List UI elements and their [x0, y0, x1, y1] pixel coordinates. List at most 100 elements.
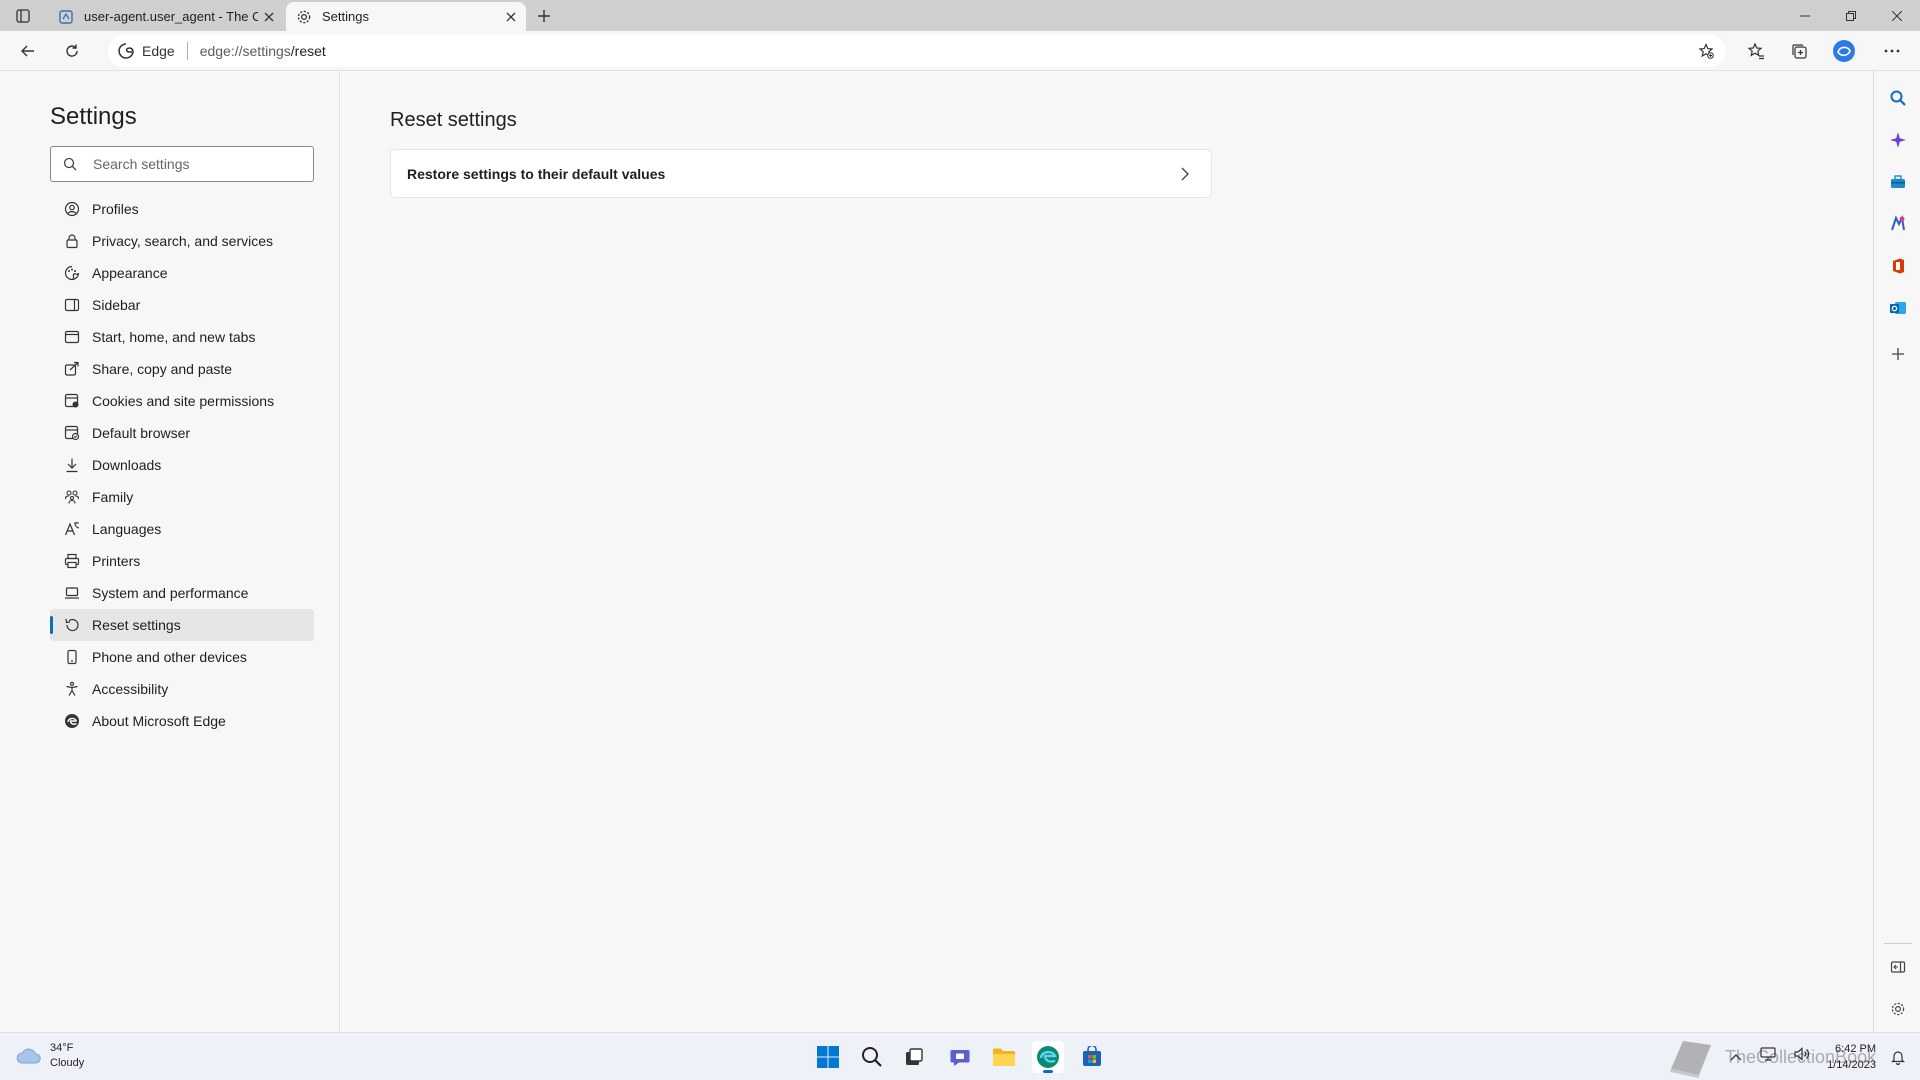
site-info[interactable]: Edge: [118, 43, 175, 59]
collection-book-icon: [58, 9, 74, 25]
back-arrow-icon: [21, 45, 34, 57]
nav-item-label: Profiles: [92, 201, 139, 217]
nav-item-accessibility[interactable]: Accessibility: [50, 673, 314, 705]
nav-item-phone[interactable]: Phone and other devices: [50, 641, 314, 673]
window-controls: [1782, 0, 1920, 31]
nav-item-cookies[interactable]: Cookies and site permissions: [50, 385, 314, 417]
minimize-button[interactable]: [1782, 0, 1828, 31]
page-title: Reset settings: [390, 109, 517, 131]
hide-sidebar-icon: [1890, 961, 1906, 973]
tab-user-agent[interactable]: user-agent.user_agent - The Coll: [48, 2, 284, 31]
accessibility-icon: [63, 680, 81, 698]
sidebar-outlook-button[interactable]: [1885, 295, 1911, 321]
nav-item-label: Printers: [92, 553, 141, 569]
nav-item-languages[interactable]: Languages: [50, 513, 314, 545]
url-path: /reset: [290, 43, 326, 59]
nav-item-about[interactable]: About Microsoft Edge: [50, 705, 314, 737]
start-button[interactable]: [812, 1041, 844, 1073]
favorites-button[interactable]: [1740, 35, 1772, 67]
nav-item-privacy[interactable]: Privacy, search, and services: [50, 225, 314, 257]
nav-item-label: Accessibility: [92, 681, 169, 697]
add-favorite-button[interactable]: [1694, 39, 1718, 63]
chevron-up-icon[interactable]: [1730, 1048, 1742, 1066]
temperature: 34°F: [50, 1042, 74, 1054]
browser-toolbar: Edge edge://settings/reset: [0, 31, 1920, 71]
settings-navigation: Settings Profiles Privacy, search, and s…: [0, 71, 340, 1032]
edge-logo-icon: [1037, 1046, 1059, 1068]
nav-item-system[interactable]: System and performance: [50, 577, 314, 609]
clock-date: 1/14/2023: [1827, 1059, 1876, 1071]
notification-icon: [1891, 1051, 1905, 1065]
address-bar[interactable]: Edge edge://settings/reset: [108, 35, 1726, 67]
nav-item-sidebar[interactable]: Sidebar: [50, 289, 314, 321]
nav-item-printers[interactable]: Printers: [50, 545, 314, 577]
network-icon[interactable]: [1760, 1047, 1776, 1066]
printer-icon: [63, 552, 81, 570]
nav-item-appearance[interactable]: Appearance: [50, 257, 314, 289]
restore-button[interactable]: [1828, 0, 1874, 31]
nav-item-label: System and performance: [92, 585, 249, 601]
nav-item-start-home[interactable]: Start, home, and new tabs: [50, 321, 314, 353]
chat-icon: [950, 1050, 970, 1066]
nav-item-label: Cookies and site permissions: [92, 393, 275, 409]
gear-icon: [1891, 1002, 1905, 1016]
share-icon: [63, 360, 81, 378]
nav-item-family[interactable]: Family: [50, 481, 314, 513]
star-add-icon: [1698, 43, 1714, 59]
task-view-button[interactable]: [898, 1041, 930, 1073]
tab-close-icon[interactable]: [500, 6, 522, 28]
sidebar-games-button[interactable]: [1885, 211, 1911, 237]
tab-settings[interactable]: Settings: [286, 2, 526, 31]
settings-nav-list: Profiles Privacy, search, and services A…: [50, 193, 314, 737]
laptop-icon: [63, 584, 81, 602]
tab-actions-menu-icon[interactable]: [11, 5, 35, 27]
home-tabs-icon: [63, 328, 81, 346]
profile-button[interactable]: [1828, 35, 1860, 67]
taskbar-search-button[interactable]: [856, 1041, 888, 1073]
nav-item-label: Start, home, and new tabs: [92, 329, 256, 345]
store-button[interactable]: [1076, 1041, 1108, 1073]
cookies-icon: [63, 392, 81, 410]
nav-item-share[interactable]: Share, copy and paste: [50, 353, 314, 385]
notification-button[interactable]: [1888, 1047, 1908, 1067]
sidebar-tools-button[interactable]: [1885, 169, 1911, 195]
refresh-button[interactable]: [56, 35, 88, 67]
windows-logo-icon: [817, 1046, 839, 1068]
nav-item-label: Sidebar: [92, 297, 141, 313]
volume-icon[interactable]: [1794, 1047, 1810, 1066]
edge-sidebar: [1873, 71, 1920, 1032]
sidebar-add-button[interactable]: [1885, 341, 1911, 367]
close-window-button[interactable]: [1874, 0, 1920, 31]
nav-item-downloads[interactable]: Downloads: [50, 449, 314, 481]
new-tab-button[interactable]: [530, 4, 558, 28]
settings-and-more-button[interactable]: [1876, 35, 1908, 67]
weather-widget[interactable]: 34°F Cloudy: [16, 1041, 84, 1071]
sidebar-hide-button[interactable]: [1885, 954, 1911, 980]
sidebar-search-button[interactable]: [1885, 85, 1911, 111]
sidebar-office-button[interactable]: [1885, 253, 1911, 279]
sidebar-icon: [63, 296, 81, 314]
search-icon: [63, 156, 79, 172]
file-explorer-button[interactable]: [988, 1041, 1020, 1073]
office-icon: [1893, 258, 1904, 274]
nav-item-label: Reset settings: [92, 617, 181, 633]
nav-item-profiles[interactable]: Profiles: [50, 193, 314, 225]
search-settings-input[interactable]: [93, 156, 293, 172]
weather-condition: Cloudy: [50, 1057, 85, 1069]
clock[interactable]: 6:42 PM 1/14/2023: [1827, 1041, 1876, 1073]
back-button[interactable]: [12, 35, 44, 67]
sidebar-copilot-button[interactable]: [1885, 127, 1911, 153]
edge-taskbar-button[interactable]: [1032, 1041, 1064, 1073]
refresh-icon: [66, 44, 78, 57]
search-settings-box[interactable]: [50, 146, 314, 182]
games-icon: [1891, 215, 1905, 231]
restore-defaults-row[interactable]: Restore settings to their default values: [390, 149, 1212, 198]
nav-item-reset-settings[interactable]: Reset settings: [50, 609, 314, 641]
collections-button[interactable]: [1783, 35, 1815, 67]
languages-icon: [63, 520, 81, 538]
nav-item-default-browser[interactable]: Default browser: [50, 417, 314, 449]
tab-close-icon[interactable]: [258, 6, 280, 28]
sidebar-settings-button[interactable]: [1885, 996, 1911, 1022]
profile-icon: [63, 200, 81, 218]
teams-chat-button[interactable]: [944, 1041, 976, 1073]
